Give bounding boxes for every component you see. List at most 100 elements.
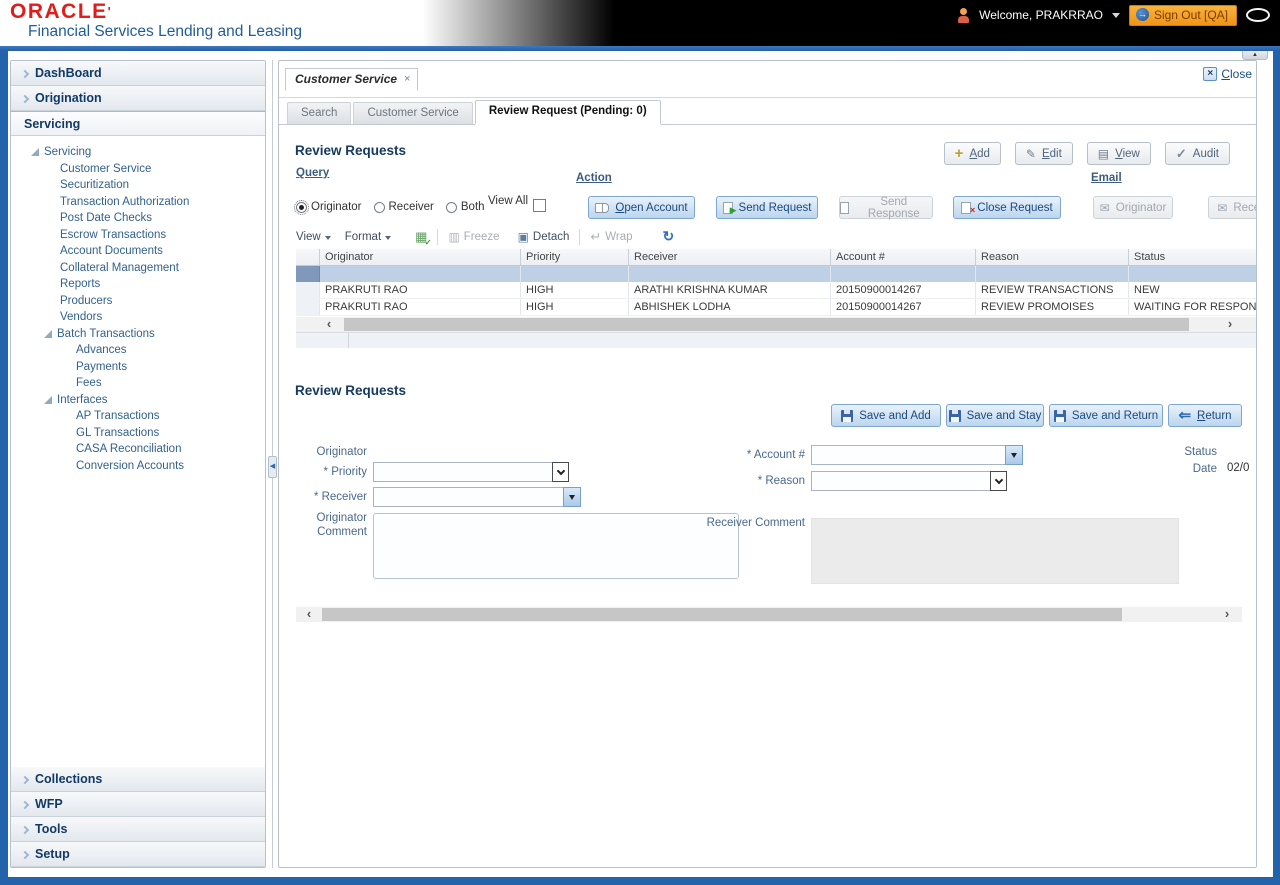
view-menu[interactable]: View [296,231,331,243]
column-header[interactable]: Account # [831,249,976,266]
tree-node-payments[interactable]: Payments [11,359,265,376]
add-button[interactable]: + Add [944,142,1001,165]
tree-node-transaction-authorization[interactable]: Transaction Authorization [11,194,265,211]
tree-node-collateral-management[interactable]: Collateral Management [11,260,265,277]
doc-tab-customer-service[interactable]: Customer Service × [285,68,418,91]
document-icon [840,202,849,214]
both-radio-label[interactable]: Both [461,201,485,213]
detach-button[interactable]: ▣ Detach [518,230,570,244]
audit-button[interactable]: ✓ Audit [1165,142,1230,165]
receiver-input[interactable] [373,487,563,507]
edit-button[interactable]: ✎ Edit [1015,142,1073,165]
column-header[interactable]: Priority [521,249,629,266]
tree-node-ap-transactions[interactable]: AP Transactions [11,408,265,425]
email-receiver-button[interactable]: ✉ Receiver [1208,196,1256,219]
account-input[interactable] [811,445,1005,465]
email-originator-button[interactable]: ✉ Originator [1093,196,1173,219]
scroll-right-icon[interactable]: › [1221,317,1239,332]
receiver-radio-label[interactable]: Receiver [389,201,434,213]
originator-radio[interactable] [296,202,307,213]
sidebar-section-collections[interactable]: Collections [11,767,265,792]
column-header[interactable]: Reason [976,249,1129,266]
sidebar-section-dashboard[interactable]: DashBoard [11,61,265,86]
return-button[interactable]: ⇐ Return [1168,404,1242,427]
sidebar-collapse-arrow[interactable]: ◀ [268,456,277,478]
toolbar-separator [579,229,580,245]
send-response-button[interactable]: Send Response [839,196,933,219]
view-button[interactable]: ▤ View [1087,142,1151,165]
tree-node-securitization[interactable]: Securitization [11,177,265,194]
frame-bottom-edge [0,877,1280,885]
sidebar-section-origination[interactable]: Origination [11,86,265,111]
tree-expanded-triangle-icon[interactable] [31,148,39,156]
close-request-button[interactable]: × Close Request [953,196,1061,219]
receiver-lov-button[interactable] [563,487,581,507]
tree-expanded-triangle-icon[interactable] [44,396,52,404]
welcome-menu-caret-icon[interactable] [1112,13,1120,18]
tree-node-servicing[interactable]: Servicing [11,144,265,161]
tree-node-escrow-transactions[interactable]: Escrow Transactions [11,227,265,244]
column-header[interactable]: Status [1129,249,1256,266]
table-horizontal-scrollbar: ‹ › [296,317,1256,332]
both-radio[interactable] [446,202,457,213]
originator-radio-label[interactable]: Originator [311,201,362,213]
table-footer-strip [296,332,1256,348]
close-tab-icon[interactable]: × [404,73,410,85]
tree-node-producers[interactable]: Producers [11,293,265,310]
tree-node-conversion-accounts[interactable]: Conversion Accounts [11,458,265,475]
tab-search[interactable]: Search [287,102,351,124]
tab-customer-service[interactable]: Customer Service [353,102,472,124]
tab-review-request[interactable]: Review Request (Pending: 0) [475,100,661,125]
wrap-button[interactable]: ↵ Wrap [590,229,632,245]
exit-arrow-icon [1136,8,1149,21]
sidebar-section-tools[interactable]: Tools [11,817,265,842]
save-and-add-button[interactable]: Save and Add [831,404,941,427]
receiver-radio[interactable] [374,202,385,213]
tree-node-casa-reconciliation[interactable]: CASA Reconciliation [11,441,265,458]
table-row[interactable]: PRAKRUTI RAO HIGH ARATHI KRISHNA KUMAR 2… [296,282,1256,299]
open-account-button[interactable]: Open Account [588,196,695,219]
format-menu[interactable]: Format [345,231,391,243]
scroll-left-icon[interactable]: ‹ [320,317,338,332]
tree-node-reports[interactable]: Reports [11,276,265,293]
sign-out-button[interactable]: Sign Out [QA] [1129,5,1237,26]
save-and-stay-button[interactable]: Save and Stay [946,404,1044,427]
tree-node-fees[interactable]: Fees [11,375,265,392]
account-lov-button[interactable] [1005,445,1023,465]
save-and-return-button[interactable]: Save and Return [1049,404,1163,427]
export-spreadsheet-icon[interactable]: ▦ [415,229,427,245]
tree-node-interfaces[interactable]: Interfaces [11,392,265,409]
column-header[interactable]: Receiver [629,249,831,266]
tree-node-vendors[interactable]: Vendors [11,309,265,326]
tree-node-account-documents[interactable]: Account Documents [11,243,265,260]
table-row-selected-empty[interactable] [296,266,1256,282]
panel-collapse-handle[interactable]: ▲ [1242,51,1268,60]
reason-input[interactable] [811,471,990,491]
originator-comment-textarea[interactable] [373,513,739,579]
close-button[interactable]: × Close [1203,67,1252,81]
tree-node-customer-service[interactable]: Customer Service [11,161,265,178]
view-all-checkbox[interactable] [533,199,546,212]
freeze-button[interactable]: ▥ Freeze [448,230,499,244]
scrollbar-thumb[interactable] [344,318,1189,331]
scroll-right-icon[interactable]: › [1218,607,1236,622]
toolbar-separator [437,229,438,245]
priority-dropdown-button[interactable] [552,462,569,482]
table-row[interactable]: PRAKRUTI RAO HIGH ABHISHEK LODHA 2015090… [296,299,1256,316]
tree-node-gl-transactions[interactable]: GL Transactions [11,425,265,442]
column-header[interactable]: Originator [320,249,521,266]
priority-label: * Priority [279,465,367,479]
sidebar-section-servicing[interactable]: Servicing [11,111,265,136]
priority-input[interactable] [373,462,552,482]
reason-dropdown-button[interactable] [990,471,1007,491]
tree-expanded-triangle-icon[interactable] [44,330,52,338]
tree-node-post-date-checks[interactable]: Post Date Checks [11,210,265,227]
scroll-left-icon[interactable]: ‹ [300,607,318,622]
tree-node-advances[interactable]: Advances [11,342,265,359]
tree-node-batch-transactions[interactable]: Batch Transactions [11,326,265,343]
send-request-button[interactable]: ▶ Send Request [716,196,818,219]
scrollbar-thumb[interactable] [322,608,1122,621]
refresh-icon[interactable]: ↻ [663,228,675,245]
sidebar-section-setup[interactable]: Setup [11,842,265,867]
sidebar-section-wfp[interactable]: WFP [11,792,265,817]
